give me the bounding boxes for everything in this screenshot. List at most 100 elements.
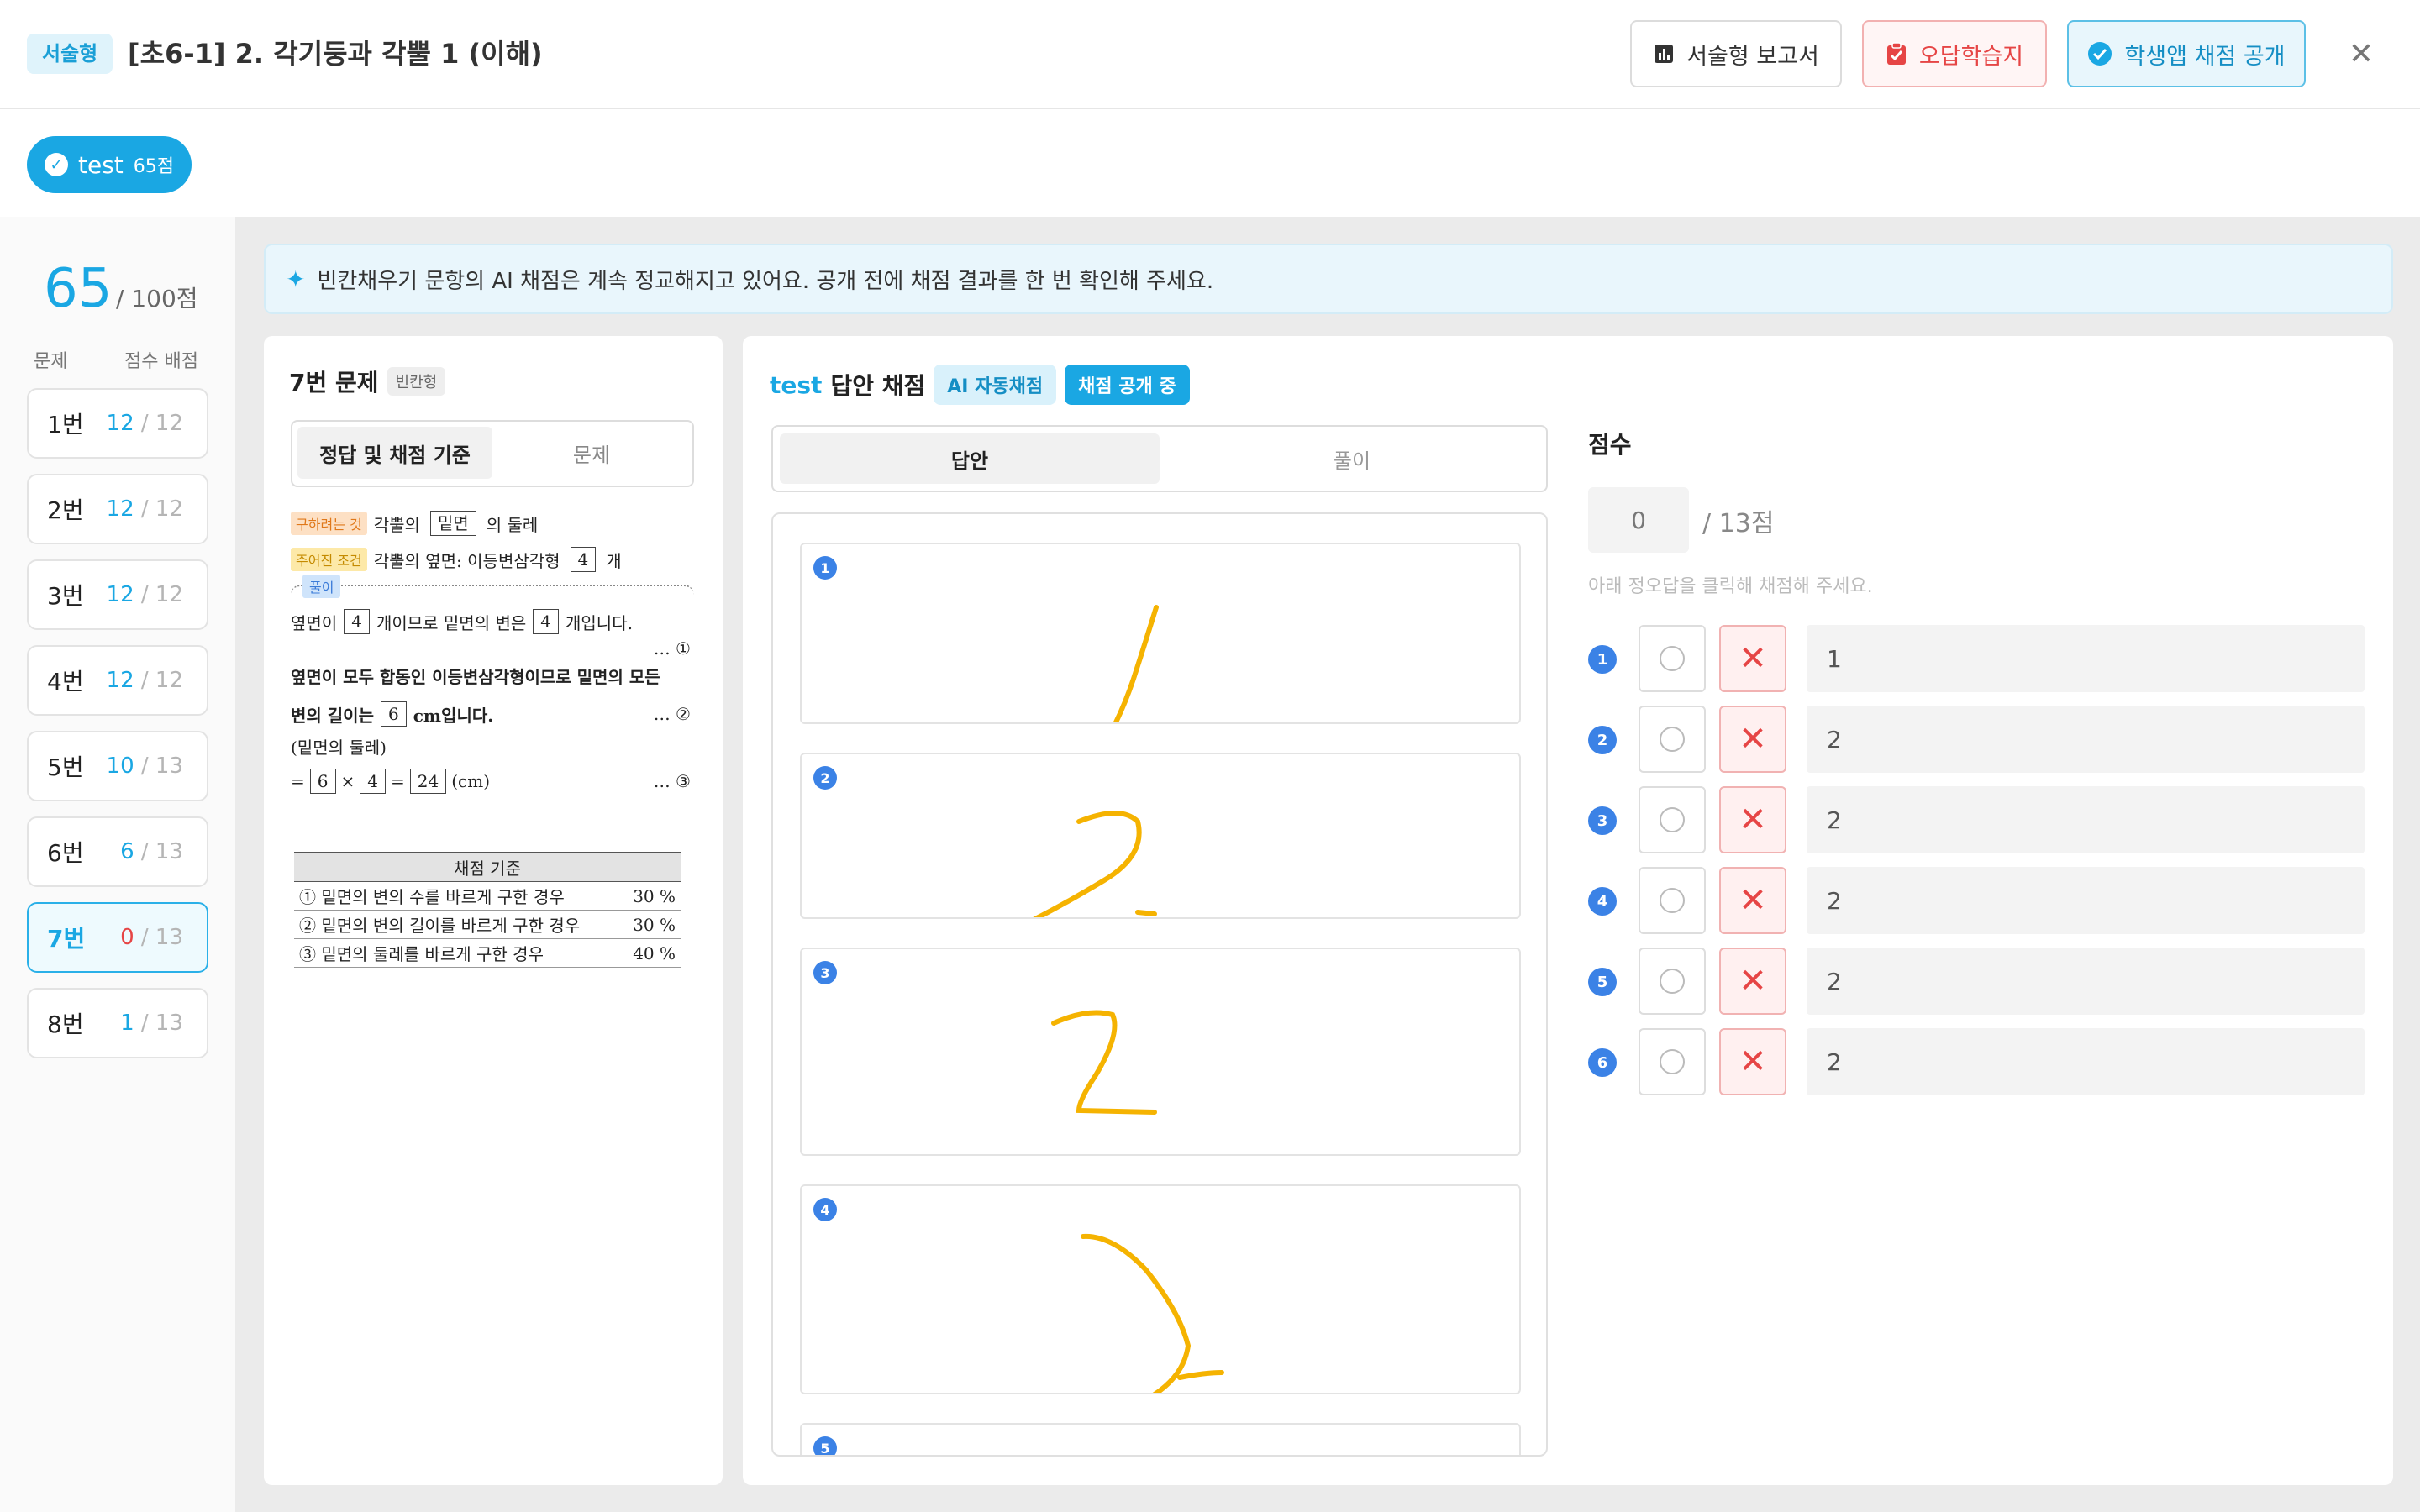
question-item[interactable]: 5번 10 / 13 [27, 731, 208, 801]
grade-row: 6 ✕ 2 [1588, 1028, 2365, 1095]
question-item[interactable]: 1번 12 / 12 [27, 388, 208, 459]
tab-answer[interactable]: 답안 [780, 433, 1160, 484]
grade-row: 3 ✕ 2 [1588, 786, 2365, 853]
question-label: 8번 [47, 1011, 84, 1038]
page-title: [초6-1] 2. 각기둥과 각뿔 1 (이해) [128, 38, 543, 70]
grade-row: 2 ✕ 2 [1588, 706, 2365, 773]
mark-wrong-button[interactable]: ✕ [1719, 625, 1786, 692]
mark-correct-button[interactable] [1639, 867, 1706, 934]
doc-marker: … ② [653, 704, 691, 724]
doc-text: cm입니다. [413, 705, 494, 726]
question-label: 4번 [47, 668, 84, 696]
question-score: 10 / 13 [106, 753, 183, 779]
question-item-active[interactable]: 7번 0 / 13 [27, 902, 208, 973]
report-button-label: 서술형 보고서 [1686, 43, 1819, 70]
ai-auto-grade-chip: AI 자동채점 [934, 365, 1057, 405]
question-item[interactable]: 6번 6 / 13 [27, 816, 208, 887]
doc-text: 각뿔의 옆면: 이등변삼각형 [373, 550, 560, 571]
recognized-answer[interactable]: 2 [1807, 1028, 2365, 1095]
doc-text: 각뿔의 [373, 514, 420, 535]
question-label: 2번 [47, 496, 84, 524]
mark-correct-button[interactable] [1639, 625, 1706, 692]
question-item[interactable]: 3번 12 / 12 [27, 559, 208, 630]
blank-number: 5 [1588, 968, 1617, 996]
notice-text: 빈칸채우기 문항의 AI 채점은 계속 정교해지고 있어요. 공개 전에 채점 … [317, 268, 1214, 294]
doc-marker: … ① [653, 638, 691, 659]
circle-icon [1660, 888, 1685, 913]
tab-answer-criteria[interactable]: 정답 및 채점 기준 [297, 427, 492, 479]
check-icon: ✓ [44, 153, 68, 176]
mark-correct-button[interactable] [1639, 786, 1706, 853]
question-item[interactable]: 8번 1 / 13 [27, 988, 208, 1058]
mark-wrong-button[interactable]: ✕ [1719, 867, 1786, 934]
doc-text: (밑면의 둘레) [291, 738, 387, 758]
x-icon: ✕ [1739, 1042, 1767, 1081]
report-button[interactable]: 서술형 보고서 [1630, 20, 1842, 87]
column-header-question: 문제 [34, 351, 68, 372]
student-pill[interactable]: ✓ test 65점 [27, 136, 192, 193]
criteria-row: ③ 밑면의 둘레를 바르게 구한 경우 40 % [294, 938, 681, 968]
mark-correct-button[interactable] [1639, 948, 1706, 1015]
score-input[interactable]: 0 [1588, 487, 1689, 553]
mark-wrong-button[interactable]: ✕ [1719, 1028, 1786, 1095]
check-circle-icon [2088, 42, 2112, 66]
close-icon[interactable]: ✕ [2336, 29, 2386, 79]
x-icon: ✕ [1739, 962, 1767, 1000]
tab-question[interactable]: 문제 [496, 427, 687, 479]
grading-student-name: test [770, 370, 823, 399]
chart-icon [1655, 45, 1674, 63]
question-item[interactable]: 2번 12 / 12 [27, 474, 208, 544]
doc-text: 옆면이 [291, 612, 338, 633]
handwriting-4 [1081, 1233, 1224, 1393]
recognized-answer[interactable]: 2 [1807, 867, 2365, 934]
mark-correct-button[interactable] [1639, 706, 1706, 773]
question-label: 6번 [47, 839, 84, 867]
score-label: 점수 [1588, 431, 1632, 459]
wrong-note-button[interactable]: 오답학습지 [1862, 20, 2047, 87]
wrong-note-label: 오답학습지 [1918, 43, 2024, 70]
answer-slot: 5 [800, 1423, 1521, 1455]
x-icon: ✕ [1739, 720, 1767, 759]
doc-text: × [340, 771, 355, 791]
total-score: 65 [44, 258, 113, 320]
clipboard-check-icon [1886, 42, 1906, 65]
answer-number: 1 [813, 556, 837, 580]
circle-icon [1660, 1049, 1685, 1074]
grading-title: test 답안 채점 AI 자동채점 채점 공개 중 [770, 365, 1190, 405]
question-item[interactable]: 4번 12 / 12 [27, 645, 208, 716]
answer-number: 5 [813, 1436, 837, 1455]
question-score: 1 / 13 [120, 1011, 183, 1036]
recognized-answer[interactable]: 2 [1807, 786, 2365, 853]
recognized-answer[interactable]: 2 [1807, 706, 2365, 773]
doc-box: 6 [309, 769, 336, 794]
handwriting-1 [1113, 605, 1159, 722]
question-score: 0 / 13 [120, 925, 183, 950]
circle-icon [1660, 727, 1685, 752]
tab-solution[interactable]: 풀이 [1163, 433, 1541, 484]
recognized-answer[interactable]: 1 [1807, 625, 2365, 692]
grade-row: 5 ✕ 2 [1588, 948, 2365, 1015]
total-max: / 100점 [116, 285, 198, 312]
mark-wrong-button[interactable]: ✕ [1719, 786, 1786, 853]
question-label: 1번 [47, 411, 84, 438]
blank-number: 2 [1588, 726, 1617, 754]
sparkle-icon: ✦ [286, 265, 306, 293]
handwriting-3 [1051, 1010, 1157, 1115]
recognized-answer[interactable]: 2 [1807, 948, 2365, 1015]
doc-box: 4 [360, 769, 386, 794]
doc-text: = [291, 771, 305, 791]
handwritten-answers[interactable]: 1 2 3 4 5 [771, 512, 1548, 1457]
doc-text: 옆면이 모두 합동인 이등변삼각형이므로 밑면의 모든 [291, 667, 660, 687]
grading-hint: 아래 정오답을 클릭해 채점해 주세요. [1588, 576, 1873, 597]
doc-box: 6 [380, 701, 407, 727]
question-score: 12 / 12 [106, 582, 183, 607]
publish-button[interactable]: 학생앱 채점 공개 [2067, 20, 2306, 87]
doc-text: 개 [606, 550, 622, 571]
solution-tag: 풀이 [302, 575, 341, 598]
mark-correct-button[interactable] [1639, 1028, 1706, 1095]
answer-number: 2 [813, 766, 837, 790]
mark-wrong-button[interactable]: ✕ [1719, 706, 1786, 773]
grade-row: 1 ✕ 1 [1588, 625, 2365, 692]
doc-marker: … ③ [653, 771, 691, 791]
mark-wrong-button[interactable]: ✕ [1719, 948, 1786, 1015]
